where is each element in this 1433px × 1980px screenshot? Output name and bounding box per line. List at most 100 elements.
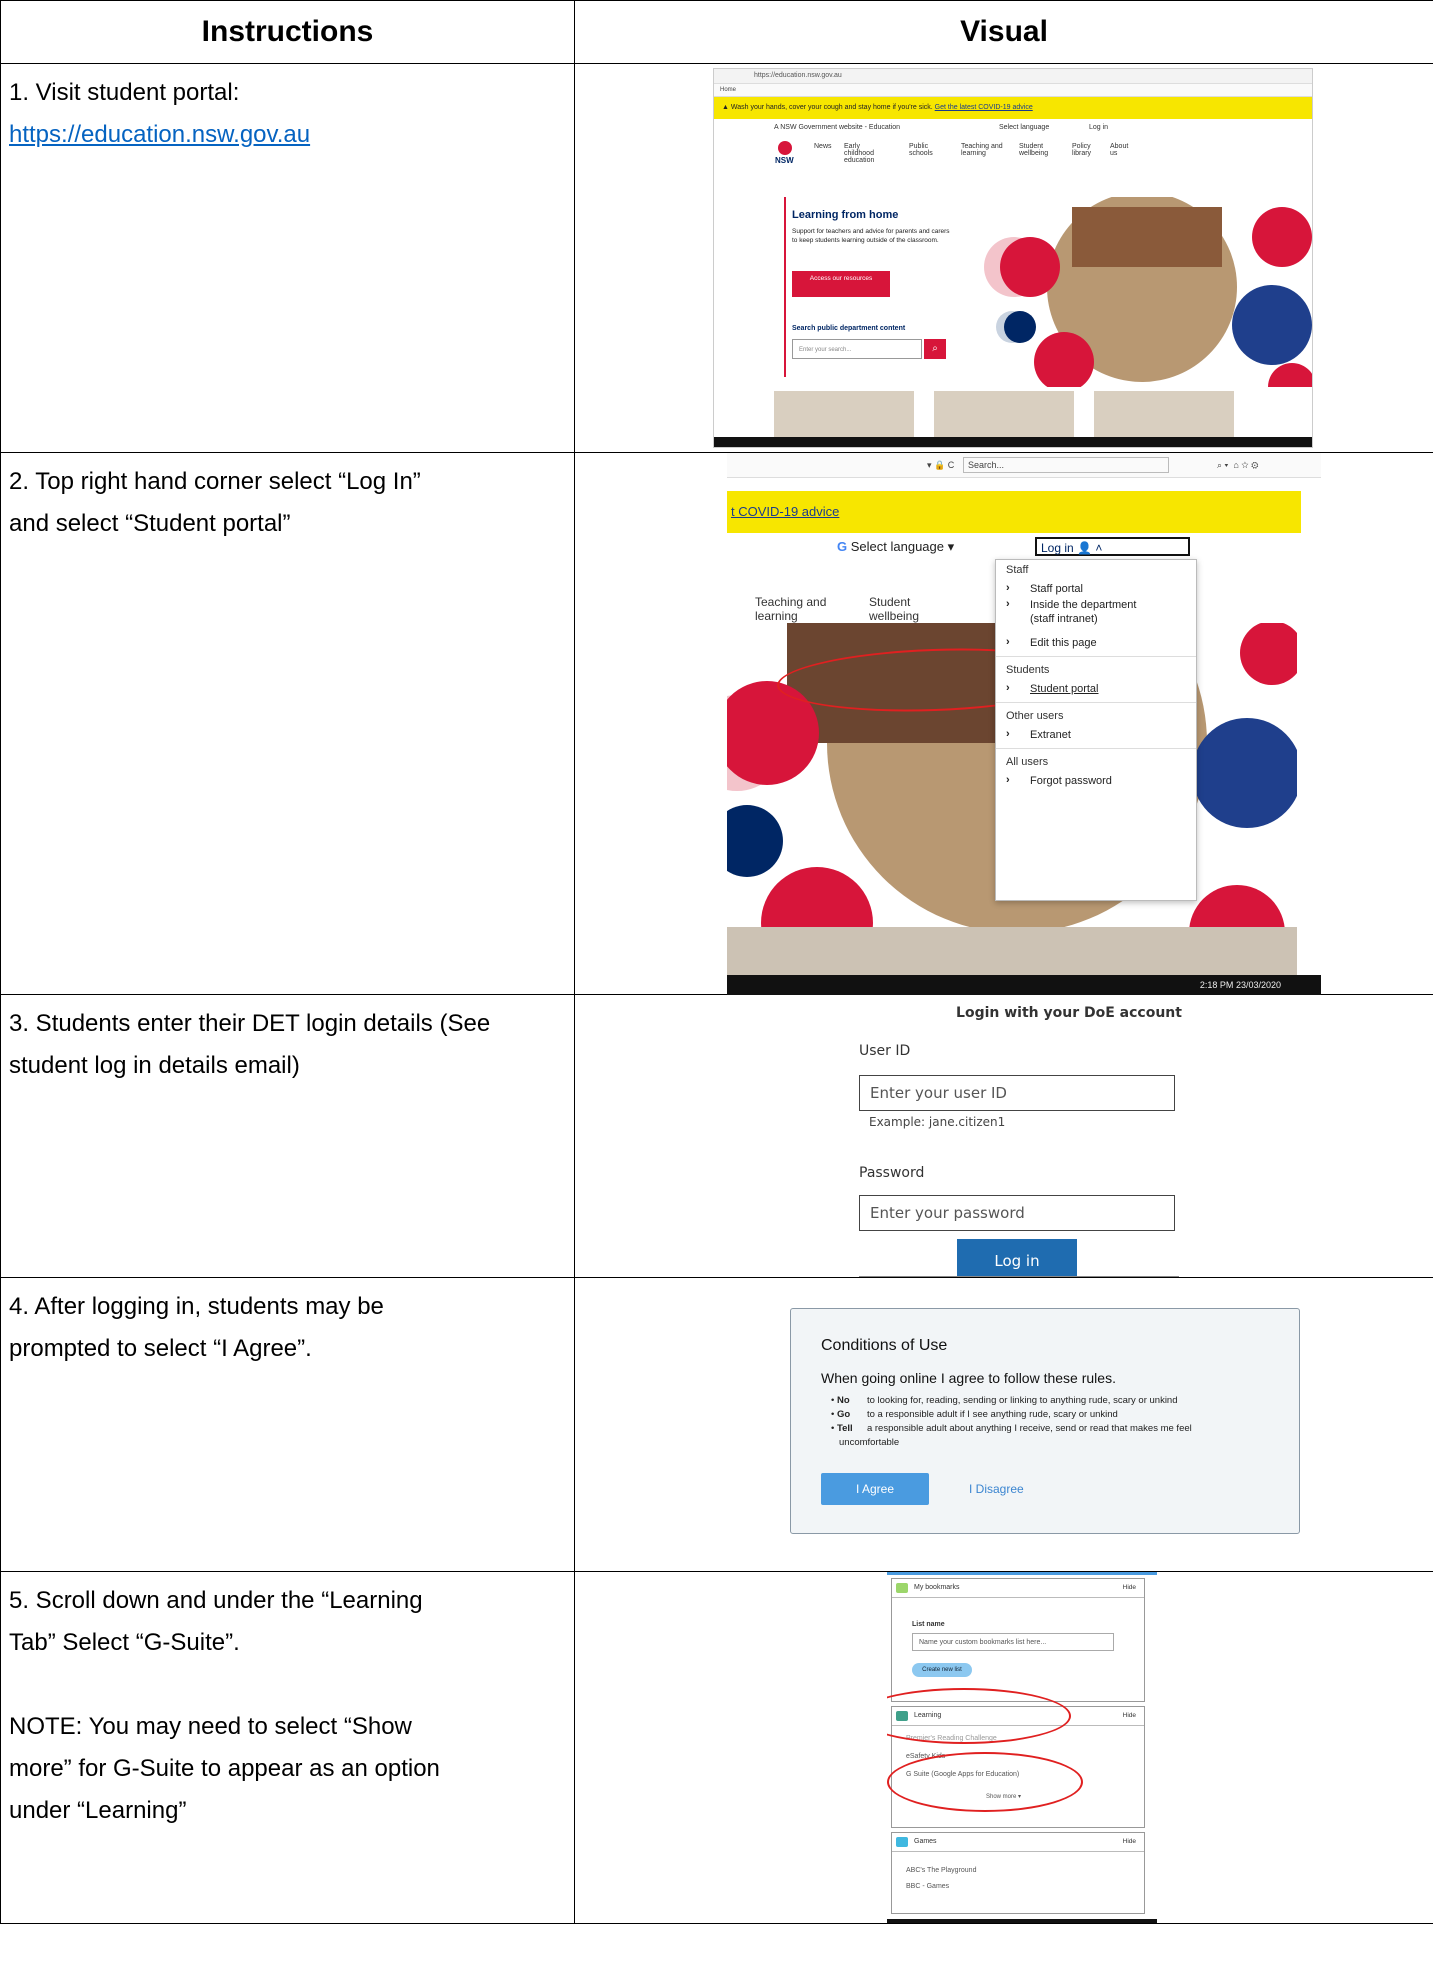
windows-taskbar: 2:18 PM 23/03/2020 (727, 975, 1321, 995)
search-label: Search public department content (792, 325, 906, 332)
instruction-text: 2. Top right hand corner select “Log In” (9, 468, 421, 495)
instruction-text: and select “Student portal” (9, 510, 291, 537)
gov-label: A NSW Government website - Education (774, 124, 901, 131)
hide-link[interactable]: Hide (1123, 1833, 1136, 1851)
list-name-label: List name (912, 1621, 945, 1628)
i-agree-button[interactable]: I Agree (821, 1473, 929, 1505)
banner-text: Wash your hands, cover your cough and st… (730, 104, 933, 111)
menu-item-student-portal[interactable]: Student portal (1030, 682, 1099, 696)
table-row: 1. Visit student portal: https://educati… (0, 63, 1433, 453)
nsw-logo-icon: NSW (775, 141, 794, 165)
browser-icons: ⌕ ▾ ⌂ ☆ ⚙ (1217, 460, 1259, 470)
note-text: more” for G-Suite to appear as an option (9, 1755, 440, 1782)
instruction-text: prompted to select “I Agree”. (9, 1335, 312, 1362)
login-button[interactable]: Log in (957, 1239, 1077, 1277)
menu-item-extranet[interactable]: Extranet (1030, 728, 1071, 742)
note-text: NOTE: You may need to select “Show (9, 1713, 412, 1740)
user-icon: 👤 (1077, 541, 1092, 555)
warning-icon: ▲ (722, 104, 731, 111)
conditions-subtitle: When going online I agree to follow thes… (821, 1370, 1116, 1386)
instructions-header: Instructions (0, 0, 575, 64)
password-label: Password (859, 1165, 925, 1181)
banner-link[interactable]: Get the latest COVID-19 advice (935, 104, 1033, 111)
browser-address-bar: https://education.nsw.gov.au (714, 69, 1312, 84)
featured-thumbnails (774, 391, 1234, 439)
covid-banner: ▲ Wash your hands, cover your cough and … (714, 97, 1312, 119)
nav-wellbeing[interactable]: Student wellbeing (869, 595, 929, 623)
login-menu: Staff › Staff portal › Inside the depart… (995, 559, 1197, 901)
menu-item-edit-page[interactable]: Edit this page (1030, 636, 1097, 650)
user-id-label: User ID (859, 1043, 911, 1059)
language-label: Select language (850, 539, 944, 554)
nsw-homepage-screenshot: https://education.nsw.gov.au Home ▲ Wash… (713, 68, 1313, 448)
gov-topbar: A NSW Government website - Education Sel… (714, 119, 1312, 137)
instructions-table: Instructions Visual 1. Visit student por… (0, 0, 1433, 1924)
visual-cell: Login with your DoE account User ID Ente… (574, 994, 1433, 1278)
banner-link[interactable]: t COVID-19 advice (731, 504, 839, 519)
instruction-cell: 3. Students enter their DET login detail… (0, 994, 575, 1278)
chevron-right-icon: › (1006, 774, 1010, 786)
table-row: 2. Top right hand corner select “Log In”… (0, 452, 1433, 995)
rule-item: • No to looking for, reading, sending or … (831, 1395, 1178, 1406)
games-card: Games Hide ABC's The Playground BBC - Gam… (891, 1832, 1145, 1914)
instruction-cell: 2. Top right hand corner select “Log In”… (0, 452, 575, 995)
create-list-button[interactable]: Create new list (912, 1663, 972, 1677)
hide-link[interactable]: Hide (1123, 1707, 1136, 1725)
instruction-text: 3. Students enter their DET login detail… (9, 1010, 491, 1037)
nav-early-childhood[interactable]: Early childhood education (844, 143, 888, 164)
menu-item-forgot-password[interactable]: Forgot password (1030, 774, 1112, 788)
instruction-text: 4. After logging in, students may be (9, 1293, 384, 1320)
hero-accent-line (784, 197, 786, 377)
i-disagree-button[interactable]: I Disagree (969, 1473, 1024, 1505)
browser-search-input[interactable]: Search... (963, 457, 1169, 473)
search-button[interactable]: ⌕ (924, 339, 946, 359)
menu-section-staff: Staff (1006, 564, 1029, 576)
rule-continuation: uncomfortable (839, 1437, 900, 1448)
nav-news[interactable]: News (814, 143, 832, 150)
nav-about[interactable]: About us (1110, 143, 1134, 157)
login-link[interactable]: Log in (1089, 119, 1108, 137)
list-name-input[interactable]: Name your custom bookmarks list here... (912, 1633, 1114, 1651)
browser-tab: Home (714, 84, 1312, 97)
nav-policy[interactable]: Policy library (1072, 143, 1098, 157)
menu-item-staff-portal[interactable]: Staff portal (1030, 582, 1083, 596)
instruction-cell: 4. After logging in, students may be pro… (0, 1277, 575, 1572)
password-input[interactable]: Enter your password (859, 1195, 1175, 1231)
instruction-text: Tab” Select “G-Suite”. (9, 1629, 240, 1656)
portal-link[interactable]: https://education.nsw.gov.au (9, 121, 310, 148)
login-label: Log in (1041, 541, 1074, 555)
hero-text: Support for teachers and advice for pare… (792, 228, 950, 244)
visual-header: Visual (574, 0, 1433, 64)
search-icon: ⌕ (932, 343, 938, 354)
portal-bookmarks-screenshot: My bookmarks Hide List name Name your cus… (887, 1572, 1157, 1923)
nav-public-schools[interactable]: Public schools (909, 143, 939, 157)
user-id-input[interactable]: Enter your user ID (859, 1075, 1175, 1111)
bookmarks-title: My bookmarks (914, 1584, 960, 1591)
login-menu-screenshot: ▾ 🔒 C Search... ⌕ ▾ ⌂ ☆ ⚙ t COVID-19 adv… (727, 453, 1321, 995)
chevron-right-icon: › (1006, 582, 1010, 594)
hero-image (984, 197, 1312, 387)
language-select[interactable]: Select language (999, 119, 1049, 137)
taskbar-time: 2:18 PM (1199, 980, 1234, 990)
main-nav: NSW News Early childhood education Publi… (714, 137, 1312, 171)
table-row: 4. After logging in, students may be pro… (0, 1277, 1433, 1572)
header-row: Instructions Visual (0, 0, 1433, 64)
google-g-icon: G (837, 539, 848, 554)
link-bbc-games[interactable]: BBC - Games (906, 1883, 949, 1890)
browser-address-bar: ▾ 🔒 C Search... ⌕ ▾ ⌂ ☆ ⚙ (727, 453, 1321, 478)
bookmarks-card: My bookmarks Hide List name Name your cus… (891, 1578, 1145, 1702)
nav-teaching[interactable]: Teaching and learning (961, 143, 1007, 157)
link-abc-playground[interactable]: ABC's The Playground (906, 1867, 976, 1874)
conditions-of-use-screenshot: Conditions of Use When going online I ag… (790, 1308, 1300, 1534)
hide-link[interactable]: Hide (1123, 1579, 1136, 1597)
menu-section-other-users: Other users (1006, 710, 1064, 722)
user-id-example: Example: jane.citizen1 (869, 1115, 1006, 1129)
access-resources-button[interactable]: Access our resources (792, 271, 890, 297)
nav-teaching[interactable]: Teaching and learning (755, 595, 835, 623)
search-input[interactable]: Enter your search... (792, 339, 922, 359)
doe-login-screenshot: Login with your DoE account User ID Ente… (859, 995, 1279, 1277)
nav-wellbeing[interactable]: Student wellbeing (1019, 143, 1055, 157)
login-dropdown-toggle[interactable]: Log in 👤 ˄ (1035, 537, 1190, 556)
language-select[interactable]: G Select language ▾ (837, 539, 954, 555)
menu-item-inside-department[interactable]: Inside the department (staff intranet) (1030, 598, 1140, 626)
